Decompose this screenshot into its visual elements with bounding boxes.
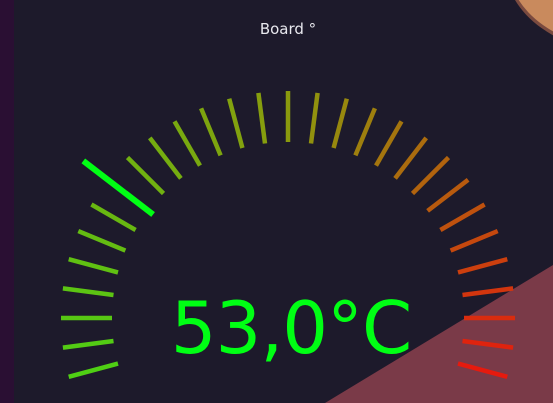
- gauge-tick: [308, 92, 320, 144]
- gauge-tick: [410, 155, 451, 196]
- gauge-tick: [457, 257, 508, 275]
- gauge-tick: [68, 257, 119, 275]
- gauge-tick: [353, 107, 377, 157]
- gauge-tick: [125, 155, 166, 196]
- gauge-tick: [172, 120, 202, 167]
- gauge-tick: [148, 136, 183, 180]
- gauge-tick: [393, 136, 428, 180]
- gauge-tick: [256, 92, 268, 144]
- gauge-tick: [90, 202, 137, 232]
- gauge-tick: [331, 98, 349, 149]
- gauge-tick: [457, 361, 508, 379]
- gauge-tick: [68, 361, 119, 379]
- gauge-tick: [77, 229, 127, 253]
- temperature-reading: 53,0°C: [170, 286, 413, 370]
- gauge-tick: [199, 107, 223, 157]
- gauge-tick: [449, 229, 499, 253]
- gauge-tick: [426, 178, 470, 213]
- temperature-widget: Board ° 53,0°C: [0, 0, 553, 403]
- gauge-tick: [374, 120, 404, 167]
- gauge-tick: [227, 98, 245, 149]
- gauge-tick: [439, 202, 486, 232]
